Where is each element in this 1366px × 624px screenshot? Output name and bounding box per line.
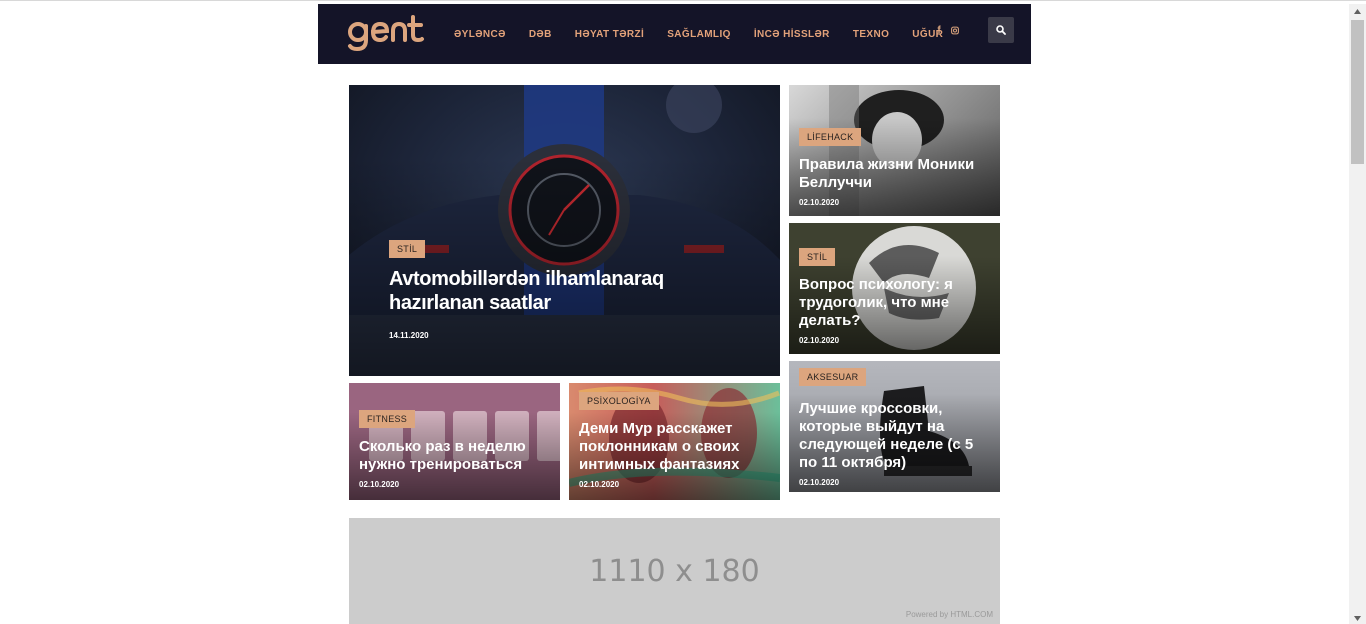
- article-card[interactable]: AKSESUAR Лучшие кроссовки, которые выйду…: [789, 361, 1000, 492]
- site-header: ƏYLƏNCƏ DƏB HƏYAT TƏRZİ SAĞLAMLIQ İNCƏ H…: [318, 4, 1031, 64]
- article-title[interactable]: Правила жизни Моники Беллуччи: [799, 156, 979, 192]
- category-badge[interactable]: AKSESUAR: [799, 368, 867, 386]
- search-icon: [996, 25, 1006, 35]
- article-date: 02.10.2020: [799, 336, 840, 345]
- featured-article-card[interactable]: STİL Avtomobillərdən ilhamlanaraq hazırl…: [349, 85, 780, 376]
- article-date: 14.11.2020: [389, 331, 429, 340]
- article-title[interactable]: Сколько раз в неделю нужно тренироваться: [359, 438, 554, 474]
- ad-size-label: 1110 x 180: [589, 554, 760, 589]
- category-badge[interactable]: PSİXOLOGİYA: [579, 392, 659, 410]
- facebook-icon[interactable]: f: [935, 24, 943, 36]
- scroll-up-arrow-icon[interactable]: [1349, 4, 1366, 18]
- category-badge[interactable]: FITNESS: [359, 410, 416, 428]
- article-date: 02.10.2020: [579, 480, 620, 489]
- nav-item-eylence[interactable]: ƏYLƏNCƏ: [454, 29, 506, 40]
- article-card[interactable]: PSİXOLOGİYA Деми Мур расскажет поклонник…: [569, 383, 780, 500]
- article-title[interactable]: Вопрос психологу: я трудоголик, что мне …: [799, 276, 984, 330]
- article-title[interactable]: Лучшие кроссовки, которые выйдут на след…: [799, 400, 994, 472]
- main-nav: ƏYLƏNCƏ DƏB HƏYAT TƏRZİ SAĞLAMLIQ İNCƏ H…: [454, 4, 966, 64]
- vertical-scrollbar[interactable]: [1349, 4, 1366, 624]
- instagram-icon[interactable]: [951, 24, 959, 36]
- ad-banner[interactable]: 1110 x 180 Powered by HTML.COM: [349, 518, 1000, 624]
- site-logo[interactable]: [347, 13, 425, 53]
- category-badge[interactable]: STİL: [799, 248, 836, 266]
- scroll-thumb[interactable]: [1351, 20, 1364, 164]
- article-date: 02.10.2020: [799, 198, 840, 207]
- scroll-down-arrow-icon[interactable]: [1349, 611, 1366, 624]
- nav-item-saglamliq[interactable]: SAĞLAMLIQ: [667, 29, 731, 40]
- article-date: 02.10.2020: [359, 480, 400, 489]
- nav-item-texno[interactable]: TEXNO: [853, 29, 889, 40]
- article-title[interactable]: Avtomobillərdən ilhamlanaraq hazırlanan …: [389, 267, 679, 315]
- article-card[interactable]: FITNESS Сколько раз в неделю нужно трени…: [349, 383, 560, 500]
- article-card[interactable]: LİFEHACK Правила жизни Моники Беллуччи 0…: [789, 85, 1000, 216]
- nav-item-ince-hissler[interactable]: İNCƏ HİSSLƏR: [754, 29, 830, 40]
- ad-powered-by[interactable]: Powered by HTML.COM: [906, 610, 993, 619]
- article-card[interactable]: STİL Вопрос психологу: я трудоголик, что…: [789, 223, 1000, 354]
- search-button[interactable]: [988, 17, 1014, 43]
- article-title[interactable]: Деми Мур расскажет поклонникам о своих и…: [579, 420, 774, 474]
- category-badge[interactable]: LİFEHACK: [799, 128, 862, 146]
- nav-item-heyat-terzi[interactable]: HƏYAT TƏRZİ: [575, 29, 644, 40]
- category-badge[interactable]: STİL: [389, 240, 426, 258]
- nav-item-deb[interactable]: DƏB: [529, 29, 552, 40]
- page: ƏYLƏNCƏ DƏB HƏYAT TƏRZİ SAĞLAMLIQ İNCƏ H…: [0, 0, 1366, 624]
- article-date: 02.10.2020: [799, 478, 840, 487]
- gent-logo-icon: [348, 15, 424, 52]
- social-links: f: [935, 24, 959, 36]
